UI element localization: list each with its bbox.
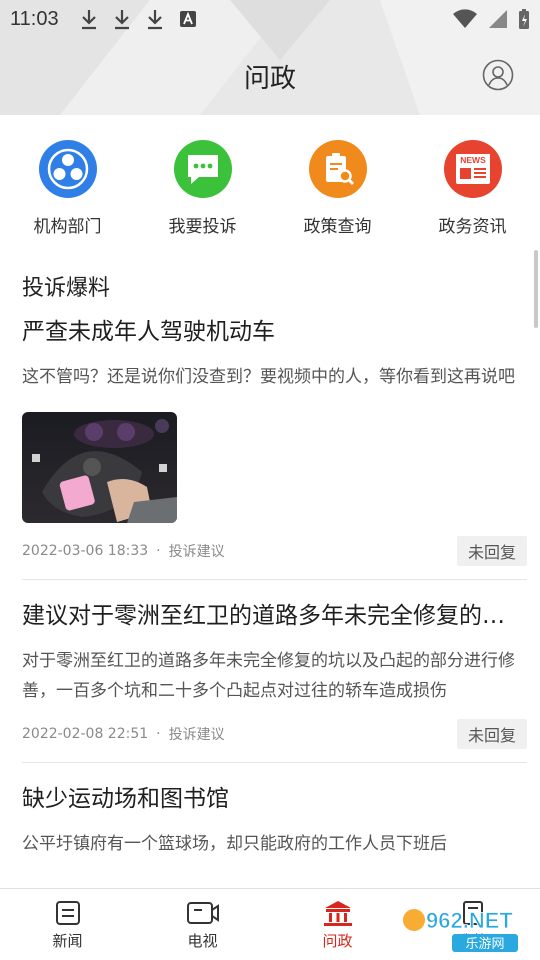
post-meta: 2022-02-08 22:51 · 投诉建议 未回复 [22, 706, 527, 762]
list-item[interactable]: 严查未成年人驾驶机动车 这不管吗？还是说你们没查到？要视频中的人，等你看到这再说… [22, 310, 527, 580]
quick-item-policy[interactable]: 政策查询 [270, 140, 405, 237]
user-icon[interactable] [482, 59, 514, 91]
signal-icon [489, 10, 507, 28]
status-badge: 未回复 [456, 536, 527, 566]
list-item[interactable]: 缺少运动场和图书馆 公平圩镇府有一个篮球场，却只能政府的工作人员下班后 [22, 777, 527, 859]
download-icon [147, 10, 162, 30]
post-desc: 这不管吗？还是说你们没查到？要视频中的人，等你看到这再说吧 [22, 367, 515, 387]
quick-item-label: 我要投诉 [168, 217, 237, 237]
watermark-subtext: 乐游网 [465, 937, 504, 952]
tab-label: 问政 [322, 932, 353, 950]
quick-item-label: 政务资讯 [438, 217, 507, 237]
watermark-logo: 962.NET 乐游网 [403, 908, 518, 952]
download-icon [114, 10, 129, 30]
post-desc: 公平圩镇府有一个篮球场，却只能政府的工作人员下班后 [22, 834, 447, 854]
post-date: 2022-02-08 22:51 [22, 726, 149, 742]
tab-label: 新闻 [52, 932, 83, 950]
list-item[interactable]: 建议对于零洲至红卫的道路多年未完全修复的坑以及凸起的部分进行修善 对于零洲至红卫… [22, 594, 527, 763]
download-icon [81, 10, 96, 30]
post-meta: 2022-03-06 18:33 · 投诉建议 未回复 [22, 523, 527, 579]
tab-news[interactable]: 新闻 [0, 889, 135, 960]
status-bar: 11:03 [0, 0, 540, 38]
post-thumbnail[interactable] [22, 412, 177, 523]
complaint-feed: 严查未成年人驾驶机动车 这不管吗？还是说你们没查到？要视频中的人，等你看到这再说… [22, 310, 527, 859]
tab-label: 电视 [187, 932, 218, 950]
battery-icon [519, 9, 529, 29]
quick-item-complaint[interactable]: 我要投诉 [135, 140, 270, 237]
status-badge: 未回复 [456, 719, 527, 749]
post-desc: 对于零洲至红卫的道路多年未完全修复的坑以及凸起的部分进行修善，一百多个坑和二十多… [22, 651, 515, 701]
org-icon [38, 140, 97, 198]
news-tab-icon [55, 901, 80, 925]
section-title: 投诉爆料 [22, 276, 111, 301]
tab-wenzheng[interactable]: 问政 [270, 889, 405, 960]
post-date: 2022-03-06 18:33 [22, 543, 149, 559]
post-title: 缺少运动场和图书馆 [22, 786, 229, 812]
page-title: 问政 [243, 64, 296, 94]
post-title: 严查未成年人驾驶机动车 [22, 319, 275, 345]
header: 11:03 问政 [0, 0, 540, 115]
quick-entries: 机构部门 我要投诉 政策查询 NEWS 政务资讯 [0, 140, 540, 237]
watermark-text: 962.NET [426, 908, 513, 933]
wifi-icon [453, 9, 477, 28]
quick-item-label: 政策查询 [303, 217, 372, 237]
policy-search-icon [308, 140, 367, 198]
tv-icon [186, 902, 219, 924]
scrollbar[interactable] [534, 250, 538, 328]
quick-item-news[interactable]: NEWS 政务资讯 [405, 140, 540, 237]
post-category: 投诉建议 [168, 727, 225, 743]
font-icon [179, 11, 196, 27]
news-icon-text: NEWS [460, 155, 486, 165]
meta-separator: · [156, 726, 161, 742]
chat-icon [173, 140, 232, 198]
meta-separator: · [156, 543, 161, 559]
post-title: 建议对于零洲至红卫的道路多年未完全修复的坑以及凸起的部分进行修善 [22, 603, 527, 629]
tab-tv[interactable]: 电视 [135, 889, 270, 960]
post-category: 投诉建议 [168, 544, 225, 560]
government-icon [323, 901, 352, 926]
status-time: 11:03 [10, 7, 59, 30]
quick-item-label: 机构部门 [33, 217, 102, 237]
quick-item-org[interactable]: 机构部门 [0, 140, 135, 237]
news-icon: NEWS [443, 140, 502, 198]
